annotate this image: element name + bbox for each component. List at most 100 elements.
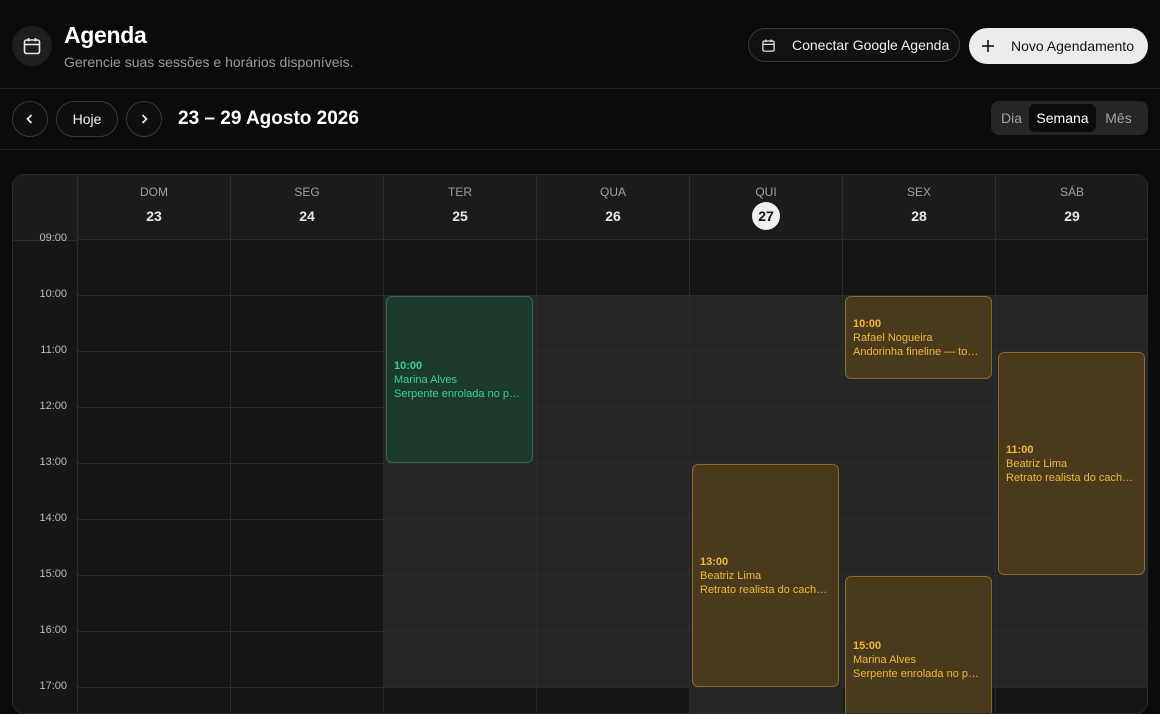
time-slot[interactable] — [230, 407, 383, 463]
time-slot[interactable] — [77, 463, 230, 519]
time-slot[interactable] — [77, 295, 230, 351]
time-label: 12:00 — [39, 400, 67, 412]
day-number-wrapper: 23 — [78, 208, 230, 224]
day-header-dom[interactable]: DOM 23 — [77, 175, 230, 240]
day-number: 26 — [605, 208, 621, 224]
time-slot[interactable] — [230, 519, 383, 575]
time-slot[interactable] — [689, 239, 842, 295]
event-client: Rafael Nogueira — [853, 331, 933, 344]
time-slot[interactable] — [230, 687, 383, 713]
appointment-event[interactable]: 13:00 Beatriz Lima Retrato realista do cac… — [692, 464, 839, 687]
day-of-week-label: TER — [448, 185, 472, 199]
time-slot[interactable] — [383, 519, 536, 575]
time-slot[interactable] — [995, 631, 1147, 687]
day-header-sex[interactable]: SEX 28 — [842, 175, 995, 240]
time-slot[interactable] — [995, 239, 1147, 295]
connect-google-label: Conectar Google Agenda — [792, 37, 950, 53]
time-slot[interactable] — [536, 687, 689, 713]
time-label: 15:00 — [39, 568, 67, 580]
day-number-wrapper: 29 — [996, 208, 1147, 224]
time-slot[interactable] — [995, 295, 1147, 351]
time-slot[interactable] — [77, 687, 230, 713]
appointment-event[interactable]: 15:00 Marina Alves Serpente enrolada no pu… — [845, 576, 992, 713]
day-header-seg[interactable]: SEG 24 — [230, 175, 383, 240]
time-slot[interactable] — [230, 575, 383, 631]
time-slot[interactable] — [383, 239, 536, 295]
time-label: 10:00 — [39, 288, 67, 300]
previous-week-button[interactable] — [12, 101, 48, 137]
day-of-week-label: QUA — [599, 185, 626, 199]
calendar-header: DOM 23 SEG 24 TER 25 QUA 26 QUI 27 SEX 28 SÁB 29 — [13, 175, 1147, 241]
time-slot[interactable] — [536, 295, 689, 351]
time-slot[interactable] — [77, 519, 230, 575]
appointment-event[interactable]: 10:00 Marina Alves Serpente enrolada no pu… — [386, 296, 533, 463]
day-of-week-label: DOM — [140, 185, 168, 199]
day-header-qua[interactable]: QUA 26 — [536, 175, 689, 240]
time-slot[interactable] — [230, 631, 383, 687]
view-option-week[interactable]: Semana — [1029, 104, 1096, 132]
time-slot[interactable] — [77, 631, 230, 687]
time-slot[interactable] — [689, 407, 842, 463]
time-slot[interactable] — [230, 239, 383, 295]
plus-icon — [981, 39, 995, 53]
time-slot[interactable] — [230, 463, 383, 519]
time-slot[interactable] — [383, 631, 536, 687]
time-slot[interactable] — [536, 631, 689, 687]
day-header-qui[interactable]: QUI 27 — [689, 175, 842, 240]
calendar-toolbar: Hoje 23 – 29 Agosto 2026 Dia Semana Mês — [0, 89, 1160, 150]
time-slot[interactable] — [536, 239, 689, 295]
day-of-week-label: QUI — [755, 185, 777, 199]
time-slot[interactable] — [230, 295, 383, 351]
appointment-event[interactable]: 10:00 Rafael Nogueira Andorinha fineline —… — [845, 296, 992, 379]
time-slot[interactable] — [77, 239, 230, 295]
day-header-ter[interactable]: TER 25 — [383, 175, 536, 240]
page-subtitle: Gerencie suas sessões e horários disponí… — [64, 54, 354, 70]
time-slot[interactable] — [536, 351, 689, 407]
time-slot[interactable] — [995, 575, 1147, 631]
day-number: 24 — [299, 208, 315, 224]
time-slot[interactable] — [842, 407, 995, 463]
event-description: Serpente enrolada no pun... — [394, 387, 525, 400]
time-label: 17:00 — [39, 680, 67, 692]
time-slot[interactable] — [77, 575, 230, 631]
view-option-day[interactable]: Dia — [994, 104, 1029, 132]
day-number: 23 — [146, 208, 162, 224]
gutter-divider — [77, 241, 78, 713]
time-slot[interactable] — [536, 407, 689, 463]
time-slot[interactable] — [536, 519, 689, 575]
time-slot[interactable] — [77, 351, 230, 407]
time-slot[interactable] — [383, 687, 536, 713]
time-slot[interactable] — [842, 519, 995, 575]
time-label: 16:00 — [39, 624, 67, 636]
day-of-week-label: SEX — [906, 185, 931, 199]
day-number: 29 — [1064, 208, 1080, 224]
today-button[interactable]: Hoje — [56, 101, 118, 137]
day-number-wrapper: 27 — [690, 202, 842, 230]
event-client: Marina Alves — [394, 373, 457, 386]
week-calendar: DOM 23 SEG 24 TER 25 QUA 26 QUI 27 SEX 28 SÁB 29 09:0… — [12, 174, 1148, 714]
time-slot[interactable] — [536, 575, 689, 631]
day-of-week-label: SÁB — [1059, 185, 1084, 199]
new-appointment-label: Novo Agendamento — [1011, 38, 1134, 54]
event-time: 15:00 — [853, 639, 882, 652]
today-day-number: 27 — [752, 202, 780, 230]
time-slot[interactable] — [383, 463, 536, 519]
day-number: 25 — [452, 208, 468, 224]
time-slot[interactable] — [995, 687, 1147, 713]
view-option-month[interactable]: Mês — [1096, 104, 1141, 132]
time-slot[interactable] — [383, 575, 536, 631]
day-header-sáb[interactable]: SÁB 29 — [995, 175, 1147, 240]
appointment-event[interactable]: 11:00 Beatriz Lima Retrato realista do cac… — [998, 352, 1145, 575]
new-appointment-button[interactable]: Novo Agendamento — [969, 28, 1148, 64]
next-week-button[interactable] — [126, 101, 162, 137]
time-slot[interactable] — [77, 407, 230, 463]
time-slot[interactable] — [230, 351, 383, 407]
time-slot[interactable] — [842, 239, 995, 295]
connect-google-calendar-button[interactable]: Conectar Google Agenda — [748, 28, 960, 62]
time-slot[interactable] — [842, 463, 995, 519]
time-slot[interactable] — [536, 463, 689, 519]
time-slot[interactable] — [689, 351, 842, 407]
event-client: Beatriz Lima — [1006, 457, 1068, 470]
time-slot[interactable] — [689, 687, 842, 713]
time-slot[interactable] — [689, 295, 842, 351]
